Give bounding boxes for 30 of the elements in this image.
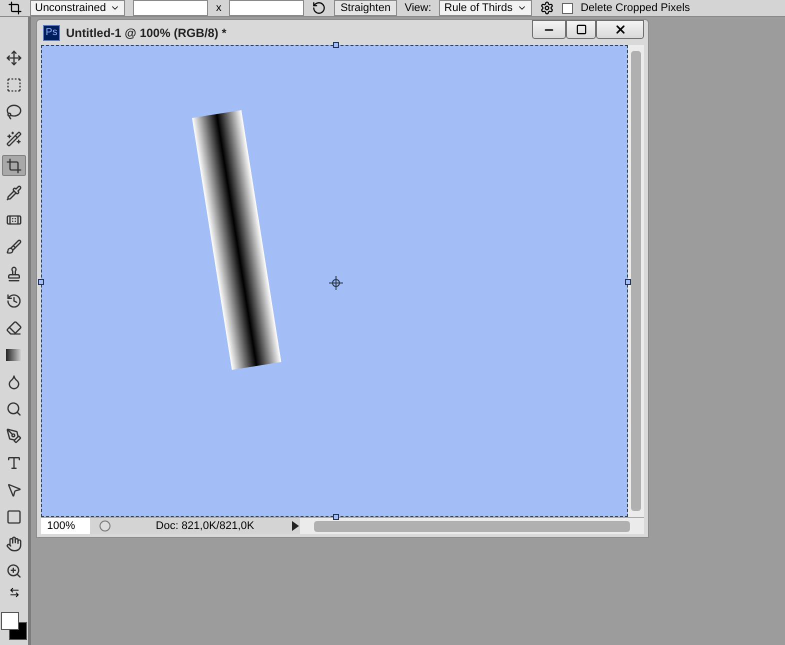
swap-colors-icon[interactable] bbox=[8, 587, 20, 598]
maximize-button[interactable] bbox=[566, 20, 596, 39]
crop-handle[interactable] bbox=[625, 279, 631, 285]
crop-handle[interactable] bbox=[333, 42, 339, 48]
minimize-button[interactable] bbox=[532, 20, 566, 39]
crop-handle[interactable] bbox=[38, 279, 44, 285]
crosshair-icon bbox=[329, 276, 343, 290]
document-info: Doc: 821,0K/821,0K bbox=[154, 520, 256, 532]
close-button[interactable] bbox=[596, 20, 644, 39]
straighten-button[interactable]: Straighten bbox=[334, 0, 397, 16]
color-swatches-drawing[interactable] bbox=[1, 612, 27, 640]
checkbox-label: Delete Cropped Pixels bbox=[580, 2, 690, 14]
height-field[interactable] bbox=[229, 0, 304, 16]
vertical-scrollbar[interactable] bbox=[628, 45, 644, 517]
crop-handle[interactable] bbox=[333, 514, 339, 520]
zoom-field[interactable]: 100% bbox=[41, 518, 90, 534]
aspect-dropdown[interactable]: Unconstrained bbox=[30, 0, 125, 16]
width-field[interactable] bbox=[132, 0, 208, 16]
settings-icon[interactable] bbox=[540, 1, 554, 15]
view-dropdown[interactable]: Rule of Thirds bbox=[439, 0, 532, 16]
maximize-icon bbox=[576, 24, 586, 35]
times-label: x bbox=[216, 2, 222, 14]
checkbox[interactable] bbox=[562, 2, 573, 14]
view-label: View: bbox=[404, 2, 432, 14]
crop-icon[interactable] bbox=[8, 1, 22, 15]
app-badge: Ps bbox=[43, 24, 60, 40]
window-title: Untitled-1 @ 100% (RGB/8) * bbox=[66, 26, 228, 40]
close-icon bbox=[614, 23, 626, 36]
rotate-icon[interactable] bbox=[312, 1, 326, 15]
horizontal-scrollbar[interactable] bbox=[300, 518, 644, 534]
